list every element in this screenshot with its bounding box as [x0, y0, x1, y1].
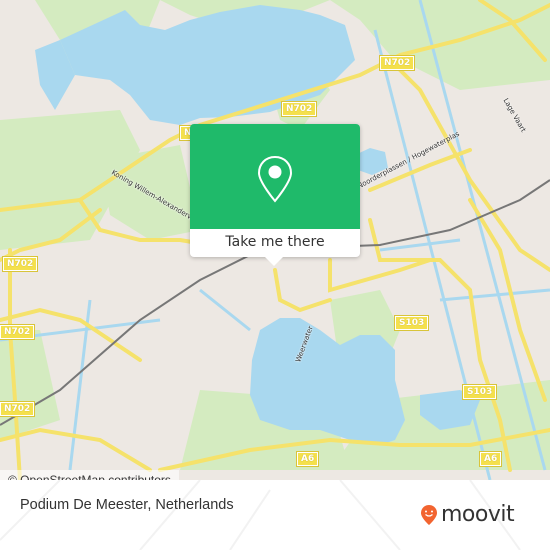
road-shield-a6: A6	[478, 451, 503, 467]
place-name: Podium De Meester, Netherlands	[20, 497, 234, 513]
popup-header[interactable]	[190, 124, 360, 229]
footer-bar: Podium De Meester, Netherlands moovit	[0, 480, 550, 550]
road-shield-s103: S103	[393, 315, 430, 331]
road-shield-n702: N702	[280, 101, 318, 117]
road-shield-n702: N702	[378, 55, 416, 71]
map-pin-icon	[257, 155, 293, 203]
road-shield-n702: N702	[0, 401, 36, 417]
popup-pointer	[265, 257, 283, 266]
take-me-there-popup[interactable]: Take me there	[190, 124, 360, 266]
road-shield-s103: S103	[461, 384, 498, 400]
moovit-wordmark: moovit	[441, 502, 515, 527]
road-shield-n702: N702	[0, 324, 36, 340]
map-view[interactable]: N702 N702 N702 N702 N702 N702 S103 S103 …	[0, 0, 550, 480]
moovit-logo[interactable]: moovit	[420, 502, 515, 527]
take-me-there-button[interactable]: Take me there	[190, 229, 360, 257]
osm-attribution[interactable]: © OpenStreetMap contributors	[0, 470, 179, 480]
moovit-pin-icon	[421, 505, 437, 525]
road-shield-a6: A6	[295, 451, 320, 467]
road-shield-n702: N702	[1, 256, 39, 272]
